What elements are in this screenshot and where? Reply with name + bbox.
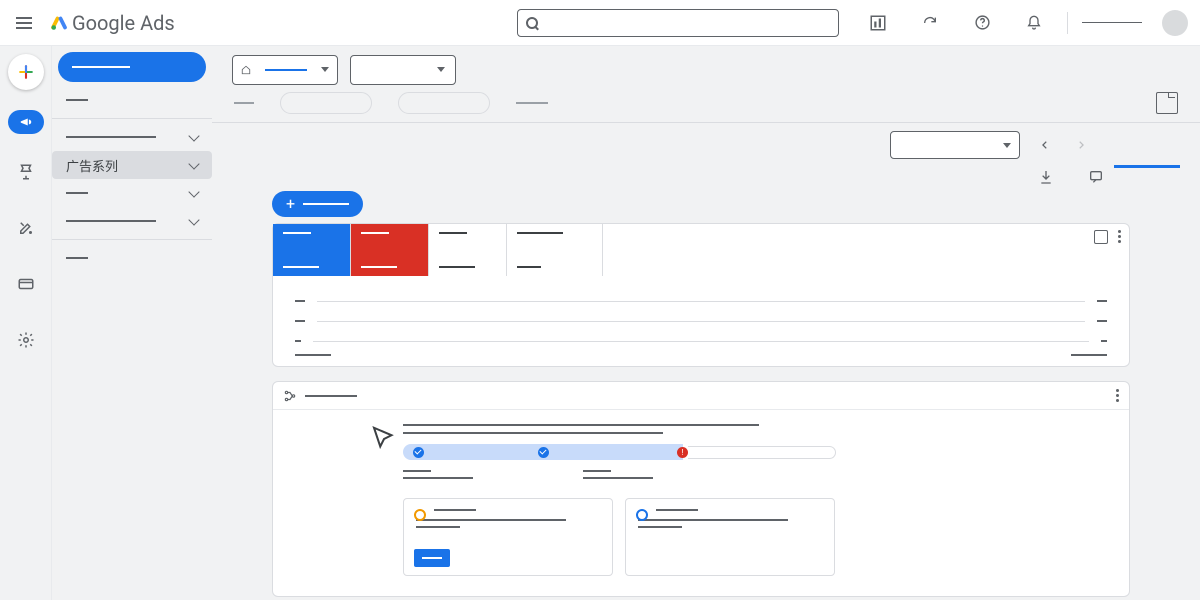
search-field[interactable] — [546, 15, 830, 30]
setup-progress: ! — [403, 444, 1105, 460]
chevron-down-icon — [188, 186, 199, 197]
google-ads-logo[interactable]: Google Ads — [50, 11, 175, 35]
campaigns-rail-button[interactable] — [8, 110, 44, 134]
active-range-tab[interactable] — [1114, 165, 1180, 168]
metric-block — [403, 470, 473, 484]
new-campaign-button[interactable]: + — [272, 191, 363, 217]
reports-icon[interactable] — [869, 14, 887, 32]
sidebar-item-3[interactable] — [52, 179, 212, 207]
filter-chips-row — [212, 86, 1200, 114]
next-period-button[interactable] — [1070, 134, 1092, 156]
user-avatar[interactable] — [1162, 10, 1188, 36]
date-range-selector[interactable] — [890, 131, 1020, 159]
step-error-icon: ! — [677, 447, 688, 458]
product-name: Google Ads — [72, 11, 175, 35]
sidebar-item-label: 广告系列 — [66, 156, 118, 175]
breadcrumb-text — [516, 102, 548, 104]
scorecard-1[interactable] — [273, 224, 351, 276]
dropdown-icon — [1003, 143, 1011, 148]
create-button[interactable] — [8, 54, 44, 90]
chevron-down-icon — [188, 158, 199, 169]
plus-icon: + — [286, 196, 295, 212]
insight-panel: ! — [272, 381, 1130, 597]
metric-block — [583, 470, 653, 484]
account-label[interactable] — [1082, 22, 1142, 23]
home-icon — [241, 65, 251, 75]
feedback-icon[interactable] — [1088, 169, 1104, 185]
cursor-pointer-icon — [369, 424, 399, 454]
recommendation-card-1[interactable] — [403, 498, 613, 576]
chart-icon — [636, 509, 648, 521]
sidebar-item-campaigns[interactable]: 广告系列 — [52, 151, 212, 179]
card-action-button[interactable] — [414, 549, 450, 567]
step-done-icon — [538, 447, 549, 458]
dropdown-icon — [321, 67, 329, 72]
scorecard-3[interactable] — [429, 224, 507, 276]
download-icon[interactable] — [1038, 169, 1054, 185]
filter-chip[interactable] — [280, 92, 372, 114]
billing-rail-button[interactable] — [8, 266, 44, 302]
step-done-icon — [413, 447, 424, 458]
expand-chart-icon[interactable] — [1094, 230, 1108, 244]
secondary-selector[interactable] — [350, 55, 456, 85]
dropdown-icon — [437, 67, 445, 72]
sidebar-item-5[interactable] — [52, 244, 212, 272]
search-input[interactable] — [517, 9, 839, 37]
notifications-icon[interactable] — [1025, 14, 1043, 32]
target-icon — [414, 509, 426, 521]
separator — [1067, 12, 1068, 34]
tools-rail-button[interactable] — [8, 210, 44, 246]
help-icon[interactable] — [973, 14, 991, 32]
insight-title — [305, 395, 357, 397]
save-icon[interactable] — [1156, 92, 1178, 114]
sidebar-item-1[interactable] — [52, 123, 212, 151]
insight-headline — [403, 424, 1105, 434]
summary-panel — [272, 223, 1130, 367]
chevron-down-icon — [188, 214, 199, 225]
sidebar-overview-pill[interactable] — [58, 52, 206, 82]
app-header: Google Ads — [0, 0, 1200, 46]
scorecard-2[interactable] — [351, 224, 429, 276]
sidebar-item-4[interactable] — [52, 207, 212, 235]
insight-icon — [283, 389, 297, 403]
sidebar-nav: 广告系列 — [52, 46, 212, 600]
ads-logo-icon — [50, 14, 68, 32]
breadcrumb-text — [234, 102, 254, 104]
refresh-icon[interactable] — [921, 14, 939, 32]
more-icon[interactable] — [1118, 230, 1121, 243]
recommendation-card-2[interactable] — [625, 498, 835, 576]
more-icon[interactable] — [1116, 389, 1119, 402]
scorecard-4[interactable] — [507, 224, 603, 276]
left-rail — [0, 46, 52, 600]
filter-chip[interactable] — [398, 92, 490, 114]
goals-rail-button[interactable] — [8, 154, 44, 190]
hamburger-menu-icon[interactable] — [12, 11, 36, 35]
prev-period-button[interactable] — [1034, 134, 1056, 156]
main-content: + — [212, 46, 1200, 600]
sidebar-item-0[interactable] — [52, 86, 212, 114]
account-selector[interactable] — [232, 55, 338, 85]
chevron-down-icon — [188, 130, 199, 141]
admin-rail-button[interactable] — [8, 322, 44, 358]
trend-chart — [273, 276, 1129, 366]
search-icon — [526, 17, 538, 29]
